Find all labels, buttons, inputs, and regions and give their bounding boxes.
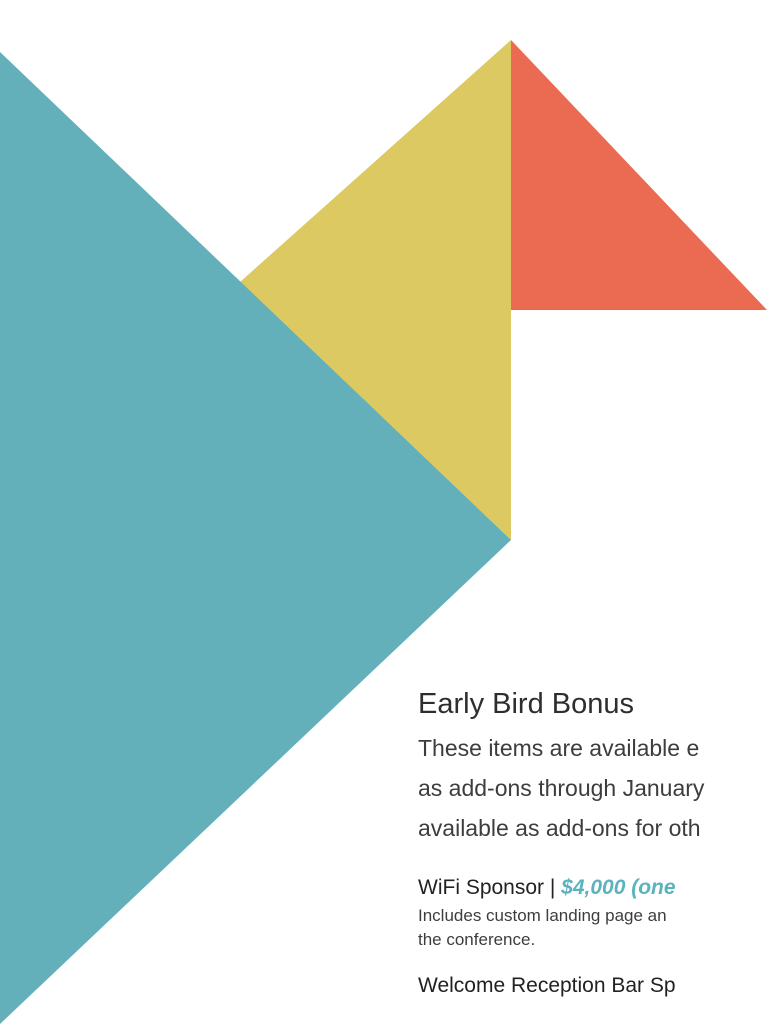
desc-line: the conference. xyxy=(418,930,536,949)
early-bird-section: Early Bird Bonus These items are availab… xyxy=(418,680,767,1002)
item-title: Welcome Reception Bar Sp xyxy=(418,970,767,1002)
section-heading: Early Bird Bonus xyxy=(418,688,634,720)
intro-line: These items are available e xyxy=(418,735,700,761)
intro-line: available as add-ons for oth xyxy=(418,815,701,841)
item-welcome-reception: Welcome Reception Bar Sp xyxy=(418,970,767,1002)
item-price: $4,000 (one xyxy=(561,876,676,899)
item-title-text: WiFi Sponsor | xyxy=(418,876,562,899)
item-title: WiFi Sponsor | $4,000 (one xyxy=(418,872,767,904)
item-description: Includes custom landing page an the conf… xyxy=(418,904,767,952)
intro-line: as add-ons through January xyxy=(418,775,705,801)
item-wifi-sponsor: WiFi Sponsor | $4,000 (one Includes cust… xyxy=(418,872,767,952)
section-intro: These items are available e as add-ons t… xyxy=(418,728,767,848)
desc-line: Includes custom landing page an xyxy=(418,906,667,925)
item-title-text: Welcome Reception Bar Sp xyxy=(418,974,676,997)
coral-triangle xyxy=(511,40,767,310)
